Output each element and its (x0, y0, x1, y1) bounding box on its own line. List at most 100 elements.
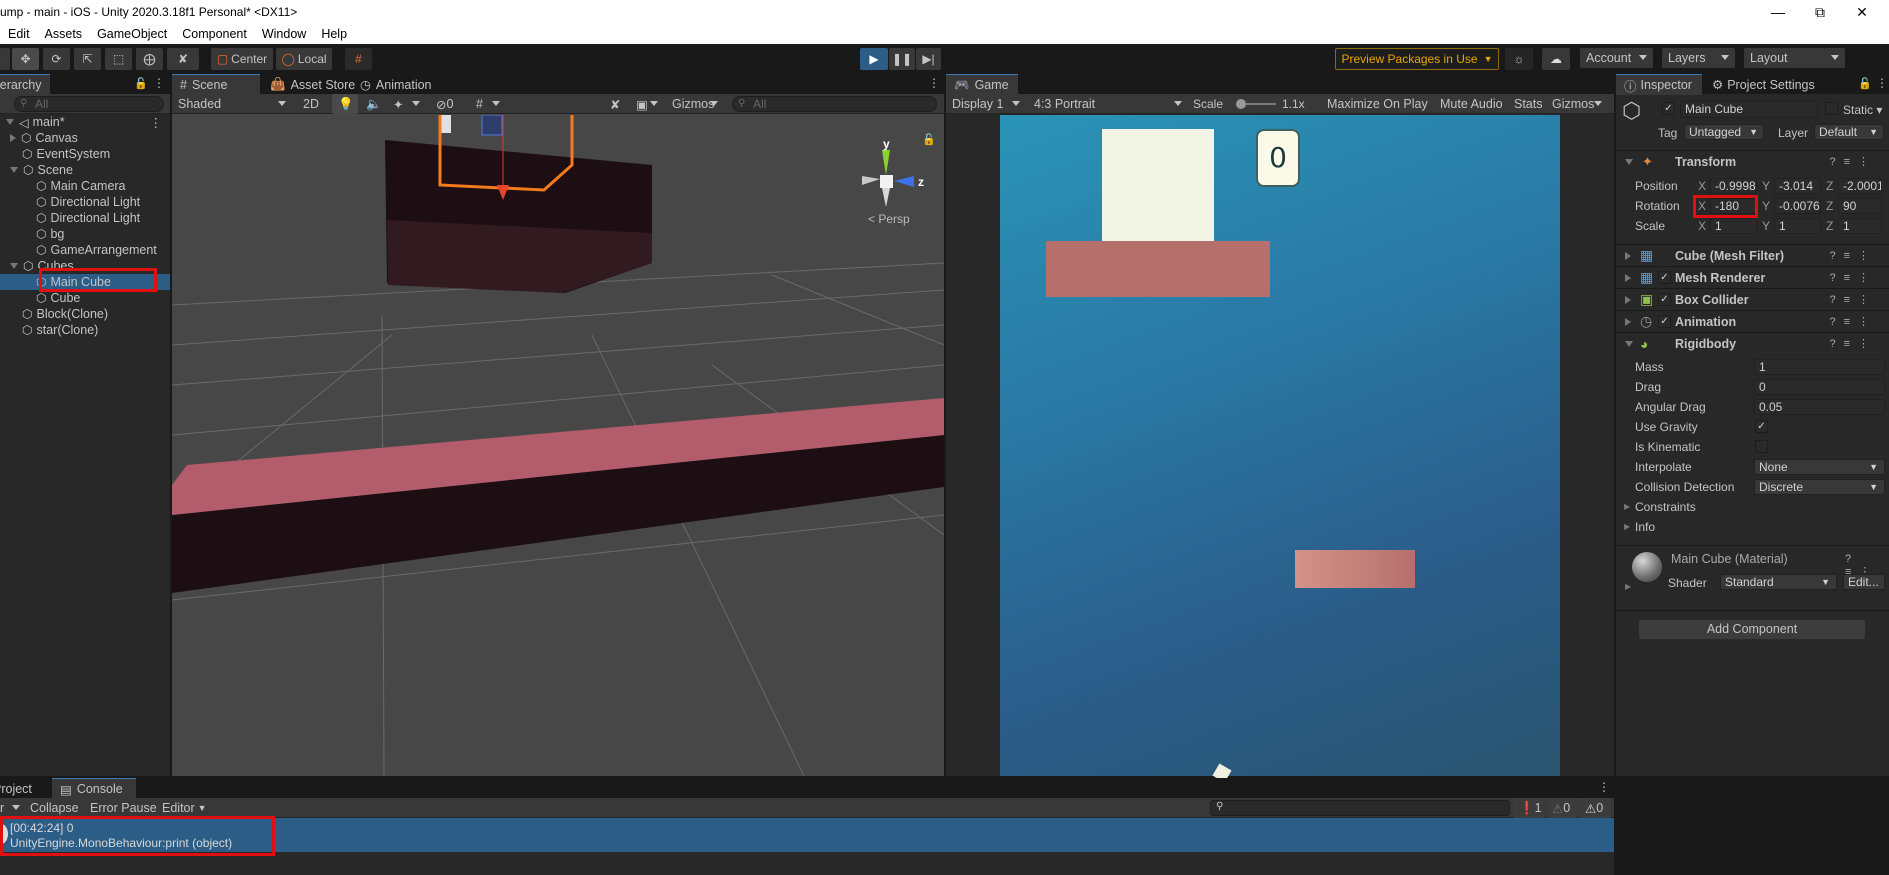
scene-search-input[interactable]: ⚲ All (732, 96, 937, 112)
error-pause-toggle[interactable]: Error Pause (84, 798, 158, 818)
effects-toggle[interactable]: ✦ (387, 94, 411, 114)
more-options-icon[interactable]: ⋮ (928, 76, 940, 90)
maximize-on-play-toggle[interactable]: Maximize On Play (1321, 94, 1431, 114)
info-filter-toggle[interactable]: ❗ 1 (1513, 798, 1545, 818)
scene-viewport[interactable]: y z < Persp 🔓 (172, 115, 944, 776)
component-actions-icons[interactable]: ?≡⋮ (1829, 249, 1877, 262)
expand-icon[interactable] (1625, 274, 1631, 282)
tab-scene[interactable]: # Scene (172, 74, 260, 95)
collab-button[interactable]: ☼ (1505, 48, 1533, 70)
shading-mode-dropdown[interactable]: Shaded (172, 94, 292, 114)
custom-tool-button[interactable]: ✘ (167, 48, 199, 70)
component-actions-icons[interactable]: ?≡⋮ (1829, 293, 1877, 306)
scale-x-axis-label[interactable]: X (1698, 219, 1706, 233)
hierarchy-item[interactable]: ⬡ Scene (0, 162, 170, 178)
position-z-axis-label[interactable]: Z (1826, 179, 1833, 193)
component-enabled-checkbox[interactable]: ✓ (1658, 293, 1671, 306)
tag-dropdown[interactable]: Untagged ▼ (1684, 124, 1764, 140)
component-enabled-checkbox[interactable]: ✓ (1658, 315, 1671, 328)
scale-slider[interactable] (1236, 99, 1276, 109)
step-button[interactable]: ▶| (916, 48, 941, 70)
hierarchy-item[interactable]: ⬡ Canvas (0, 130, 170, 146)
collapse-icon[interactable] (10, 263, 18, 269)
display-dropdown[interactable]: Display 1 (946, 94, 1026, 114)
menu-window[interactable]: Window (262, 27, 306, 41)
close-button[interactable]: ✕ (1842, 0, 1882, 24)
scale-y-axis-label[interactable]: Y (1762, 219, 1770, 233)
expand-icon[interactable] (1625, 252, 1631, 260)
game-viewport[interactable]: 0 (1000, 115, 1560, 783)
camera-dropdown[interactable]: ▣ (630, 94, 664, 114)
rotation-y-axis-label[interactable]: Y (1762, 199, 1770, 213)
hierarchy-item[interactable]: ⬡ Main Camera (0, 178, 170, 194)
component-header[interactable]: ▦ Cube (Mesh Filter) ?≡⋮ (1615, 244, 1889, 266)
scene-root[interactable]: ◁ main* ⋮ (6, 114, 170, 130)
transform-tool-button[interactable]: ⨁ (136, 48, 163, 70)
preview-packages-button[interactable]: Preview Packages in Use ▼ (1335, 48, 1499, 70)
position-y-field[interactable]: -3.014 (1774, 178, 1821, 194)
info-label[interactable]: Info (1635, 520, 1655, 534)
menu-edit[interactable]: Edit (8, 27, 30, 41)
angular-drag-field[interactable]: 0.05 (1754, 399, 1885, 415)
component-header[interactable]: ◷ ✓ Animation ?≡⋮ (1615, 310, 1889, 332)
effects-dropdown[interactable] (412, 94, 426, 114)
position-x-field[interactable]: -0.9998 (1710, 178, 1757, 194)
warning-filter-toggle[interactable]: ⚠ 0 (1546, 798, 1578, 818)
move-tool-button[interactable]: ✥ (12, 48, 39, 70)
collapse-icon[interactable] (10, 167, 18, 173)
menu-help[interactable]: Help (321, 27, 347, 41)
rotate-tool-button[interactable]: ⟳ (43, 48, 70, 70)
grid-snap-button[interactable]: # (345, 48, 372, 70)
component-header[interactable]: ▦ ✓ Mesh Renderer ?≡⋮ (1615, 266, 1889, 288)
editor-dropdown[interactable]: Editor ▼ (156, 798, 208, 818)
lock-icon[interactable]: 🔓 (134, 77, 148, 90)
grid-toggle[interactable]: # (470, 94, 494, 114)
more-options-icon[interactable]: ⋮ (150, 115, 163, 130)
play-button[interactable]: ▶ (860, 48, 888, 70)
hierarchy-item[interactable]: ⬡ GameArrangement (0, 242, 170, 258)
expand-icon[interactable] (1625, 296, 1631, 304)
tab-project-settings[interactable]: ⚙ Project Settings (1704, 74, 1823, 95)
tools-toggle[interactable]: ✘ (604, 94, 628, 114)
tab-animation[interactable]: ◷ Animation (352, 74, 440, 95)
tab-console[interactable]: ▤ Console (52, 778, 136, 799)
hierarchy-item[interactable]: ⬡ Cube (0, 290, 170, 306)
static-checkbox[interactable] (1825, 102, 1838, 115)
lighting-toggle[interactable]: 💡 (332, 94, 358, 114)
menu-component[interactable]: Component (182, 27, 247, 41)
tab-game[interactable]: 🎮 Game (946, 74, 1018, 95)
scale-z-axis-label[interactable]: Z (1826, 219, 1833, 233)
layout-dropdown[interactable]: Layout (1744, 48, 1845, 68)
hierarchy-item[interactable]: ⬡ star(Clone) (0, 322, 170, 338)
collision-dropdown[interactable]: Discrete ▼ (1754, 479, 1885, 495)
cloud-button[interactable]: ☁ (1542, 48, 1570, 70)
pause-button[interactable]: ❚❚ (889, 48, 915, 70)
orientation-gizmo[interactable]: y z < Persp (862, 137, 924, 226)
is-kinematic-checkbox[interactable] (1755, 440, 1768, 453)
pivot-center-button[interactable]: ▢ Center (211, 48, 273, 70)
hand-tool-button[interactable] (0, 48, 10, 70)
more-options-icon[interactable]: ⋮ (1876, 76, 1888, 90)
hierarchy-item[interactable]: ⬡ EventSystem (0, 146, 170, 162)
gizmos-dropdown[interactable]: Gizmos (666, 94, 724, 114)
console-search-input[interactable]: ⚲ (1210, 800, 1510, 816)
component-actions-icons[interactable]: ?≡⋮ (1829, 337, 1877, 350)
hierarchy-search-input[interactable]: ⚲ All (14, 96, 164, 112)
rotation-z-axis-label[interactable]: Z (1826, 199, 1833, 213)
scale-x-field[interactable]: 1 (1710, 218, 1757, 234)
pivot-local-button[interactable]: ◯ Local (276, 48, 332, 70)
constraints-label[interactable]: Constraints (1635, 500, 1696, 514)
component-header[interactable]: ▣ ✓ Box Collider ?≡⋮ (1615, 288, 1889, 310)
account-dropdown[interactable]: Account (1580, 48, 1653, 68)
scale-slider-handle[interactable] (1236, 99, 1246, 109)
layer-dropdown[interactable]: Default ▼ (1814, 124, 1884, 140)
hierarchy-item[interactable]: ⬡ Directional Light (0, 210, 170, 226)
object-name-input[interactable]: Main Cube (1680, 101, 1818, 118)
minimize-button[interactable]: — (1758, 0, 1798, 24)
grid-dropdown[interactable] (492, 94, 506, 114)
component-enabled-checkbox[interactable]: ✓ (1658, 271, 1671, 284)
expand-icon[interactable]: ▶ (1624, 522, 1630, 531)
mute-audio-toggle[interactable]: Mute Audio (1434, 94, 1506, 114)
position-x-axis-label[interactable]: X (1698, 179, 1706, 193)
component-actions-icons[interactable]: ?≡⋮ (1829, 271, 1877, 284)
